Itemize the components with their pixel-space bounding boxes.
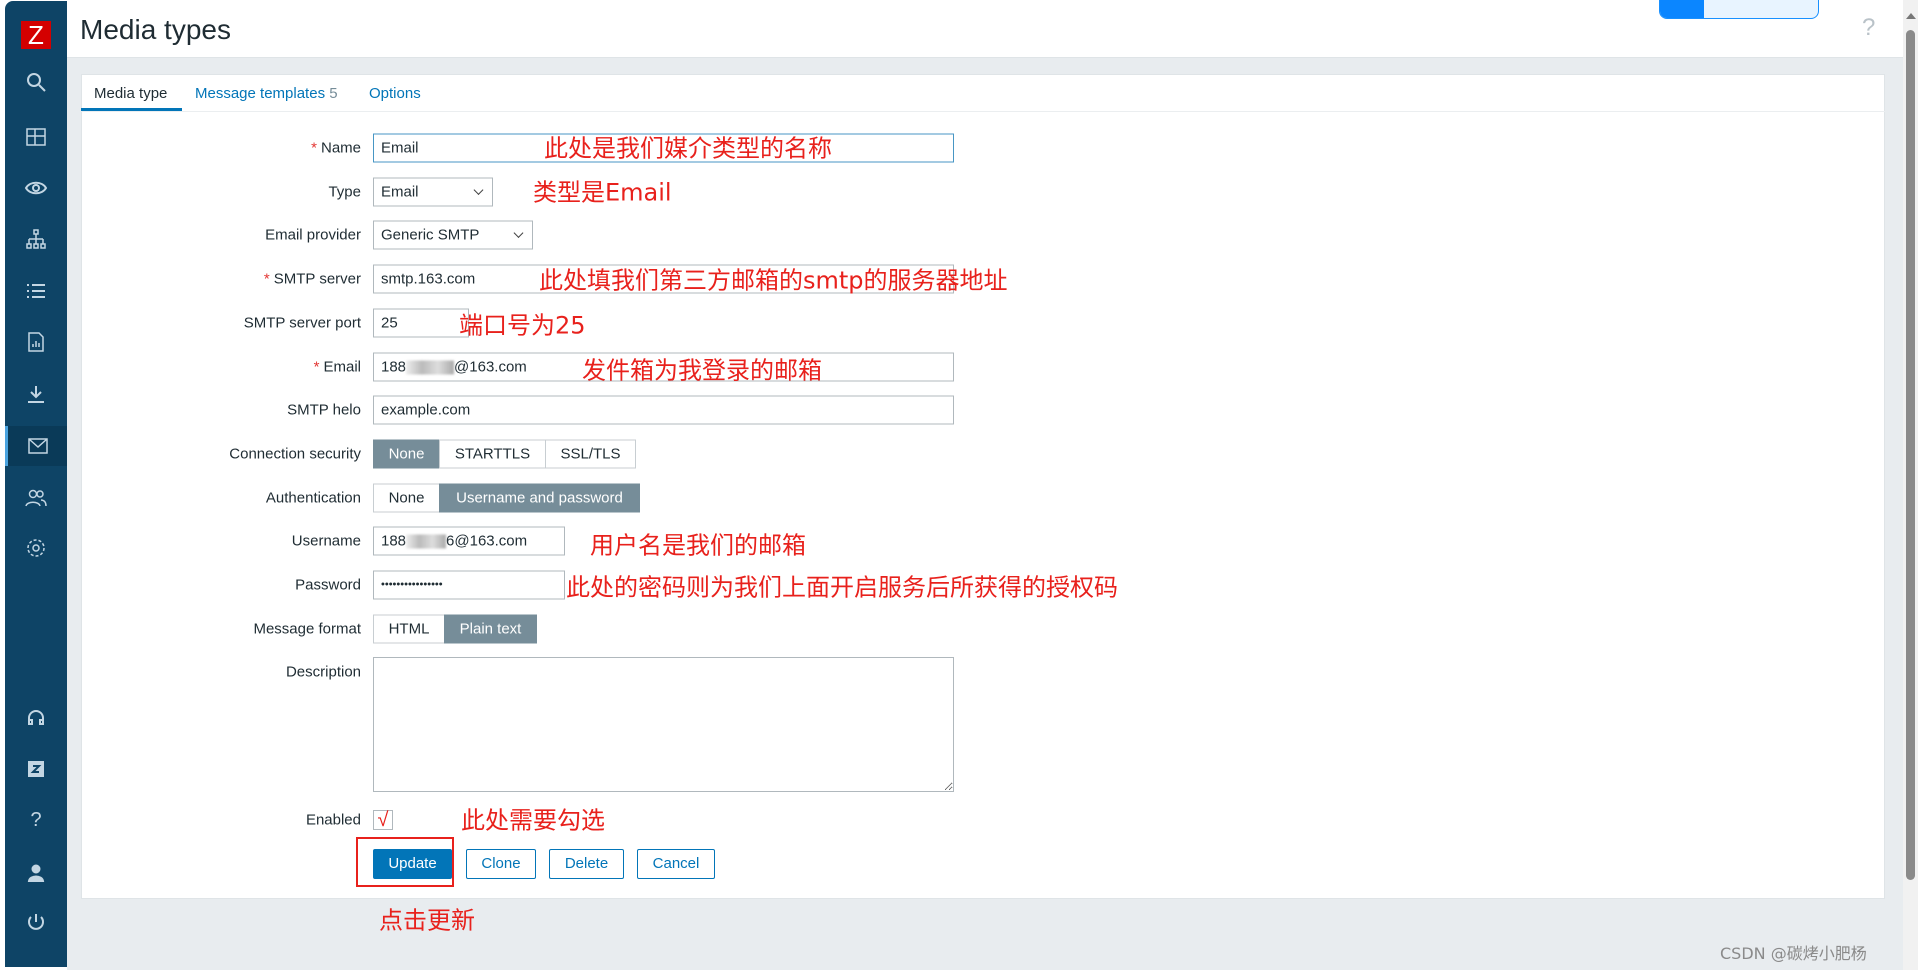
smtp-helo-label: SMTP helo xyxy=(287,401,361,419)
enabled-label: Enabled xyxy=(305,811,361,829)
username-label: Username xyxy=(291,532,361,550)
sidebar: Z ? xyxy=(5,1,67,967)
help-button[interactable]: ? xyxy=(1862,14,1875,42)
message-format-label: Message format xyxy=(253,620,361,638)
clone-button[interactable]: Clone xyxy=(466,849,536,879)
authentication-none[interactable]: None xyxy=(373,483,440,513)
list-icon[interactable] xyxy=(5,271,67,311)
annotation-email: 发件箱为我登录的邮箱 xyxy=(582,356,822,385)
annotation-port: 端口号为25 xyxy=(459,311,586,340)
annotation-smtp: 此处填我们第三方邮箱的smtp的服务器地址 xyxy=(539,266,1008,295)
annotation-update: 点击更新 xyxy=(379,906,475,935)
smtp-helo-input[interactable]: example.com xyxy=(373,395,954,425)
annotation-enabled: 此处需要勾选 xyxy=(461,806,605,835)
upload-widget[interactable] xyxy=(1659,0,1819,19)
scroll-up-arrow-icon[interactable] xyxy=(1906,13,1916,19)
user-icon[interactable] xyxy=(5,853,67,893)
zabbix-share-icon[interactable] xyxy=(5,749,67,789)
link-icon xyxy=(1660,0,1704,18)
csdn-watermark: CSDN @碳烤小肥杨 xyxy=(1720,944,1867,963)
tab-count: 5 xyxy=(329,85,338,102)
tab-options[interactable]: Options xyxy=(369,85,421,102)
power-icon[interactable] xyxy=(5,903,67,943)
active-tab-indicator xyxy=(81,108,182,111)
smtp-port-input[interactable]: 25 xyxy=(373,308,469,338)
password-input[interactable]: •••••••••••••••• xyxy=(373,570,565,600)
tab-message-templates[interactable]: Message templates 5 xyxy=(195,85,338,102)
connection-security-ssl-tls[interactable]: SSL/TLS xyxy=(545,439,636,469)
report-icon[interactable] xyxy=(5,322,67,362)
annotation-username: 用户名是我们的邮箱 xyxy=(590,531,806,560)
eye-icon[interactable] xyxy=(5,168,67,208)
download-icon[interactable] xyxy=(5,374,67,414)
vertical-scrollbar[interactable] xyxy=(1903,0,1918,970)
enabled-checkbox[interactable]: √ xyxy=(373,810,393,830)
mail-icon[interactable] xyxy=(5,426,67,466)
name-label: * Name xyxy=(311,139,361,157)
connection-security-label: Connection security xyxy=(229,445,361,463)
search-icon[interactable] xyxy=(5,62,67,102)
annotation-password: 此处的密码则为我们上面开启服务后所获得的授权码 xyxy=(566,573,1118,602)
update-highlight-box xyxy=(356,837,454,887)
help-icon[interactable]: ? xyxy=(5,800,67,840)
message-format-plain-text[interactable]: Plain text xyxy=(444,614,537,644)
tab-divider xyxy=(81,111,1885,112)
page-title: Media types xyxy=(80,14,231,45)
authentication-username-password[interactable]: Username and password xyxy=(439,483,640,513)
gear-icon[interactable] xyxy=(5,528,67,568)
tab-label: Message templates xyxy=(195,85,326,102)
email-label: * Email xyxy=(313,358,361,376)
smtp-port-label: SMTP server port xyxy=(243,314,361,332)
users-icon[interactable] xyxy=(5,478,67,518)
password-label: Password xyxy=(295,576,361,594)
annotation-name: 此处是我们媒介类型的名称 xyxy=(544,134,832,163)
page-header xyxy=(67,0,1903,58)
zabbix-logo[interactable]: Z xyxy=(21,21,51,49)
authentication-label: Authentication xyxy=(265,489,361,507)
annotation-type: 类型是Email xyxy=(533,178,672,207)
connection-security-none[interactable]: None xyxy=(373,439,440,469)
type-select[interactable]: Email xyxy=(373,177,493,207)
type-label: Type xyxy=(328,183,361,201)
connection-security-starttls[interactable]: STARTTLS xyxy=(439,439,546,469)
smtp-server-label: * SMTP server xyxy=(263,270,361,288)
services-tree-icon[interactable] xyxy=(5,219,67,259)
email-provider-label: Email provider xyxy=(265,226,361,244)
description-label: Description xyxy=(285,663,361,681)
cancel-button[interactable]: Cancel xyxy=(637,849,715,879)
scrollbar-thumb[interactable] xyxy=(1906,30,1915,880)
username-input[interactable]: 188 6@163.com xyxy=(373,526,565,556)
description-textarea[interactable] xyxy=(373,657,954,792)
email-provider-select[interactable]: Generic SMTP xyxy=(373,220,533,250)
dashboard-icon[interactable] xyxy=(5,117,67,157)
delete-button[interactable]: Delete xyxy=(549,849,624,879)
message-format-html[interactable]: HTML xyxy=(373,614,445,644)
tab-media-type[interactable]: Media type xyxy=(94,85,167,102)
headset-icon[interactable] xyxy=(5,698,67,738)
